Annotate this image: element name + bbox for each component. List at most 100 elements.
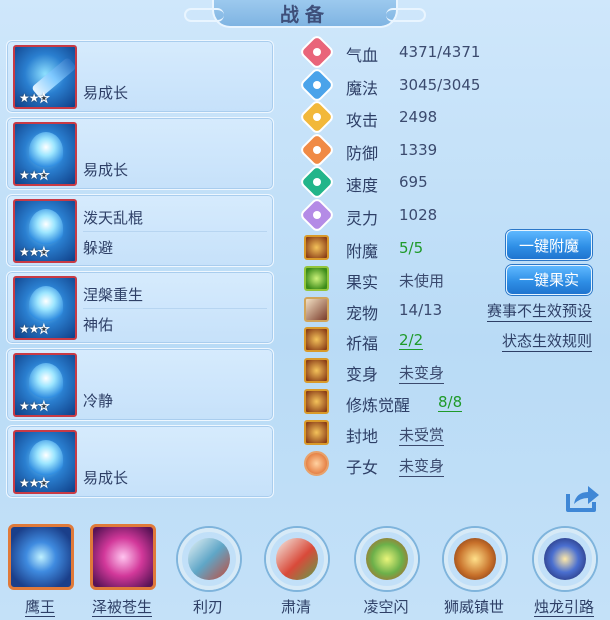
prop-value[interactable]: 未变身 — [399, 362, 445, 385]
prop-fief: 封地 未受赏 — [302, 417, 602, 448]
prop-value[interactable]: 2/2 — [399, 331, 424, 351]
equipment-trait: 神佑 — [83, 316, 114, 334]
blessing-icon — [304, 327, 329, 353]
stat-value: 3045/3045 — [399, 75, 481, 94]
stat-label: 气血 — [346, 46, 379, 65]
skill-slot[interactable]: 利刃 — [172, 520, 244, 620]
equipment-trait: 易成长 — [83, 469, 129, 487]
pet-icon — [304, 296, 329, 322]
prop-label: 修炼觉醒 — [346, 395, 411, 415]
status-rules-link[interactable]: 状态生效规则 — [501, 330, 592, 353]
prop-label: 变身 — [346, 365, 379, 385]
blade-skill-icon — [178, 528, 240, 590]
prop-value[interactable]: 8/8 — [438, 393, 463, 412]
candle-dragon-skill-icon — [534, 528, 596, 590]
prop-value[interactable]: 未受赏 — [399, 424, 445, 446]
prop-blessing: 祈福 2/2 状态生效规则 — [302, 324, 602, 355]
prop-value: 14/13 — [399, 300, 443, 319]
equipment-slot-belt[interactable]: ★★★ 冷静 — [6, 348, 274, 421]
spirit-icon — [298, 196, 336, 233]
skill-name: 利刃 — [192, 598, 223, 616]
transform-icon — [304, 358, 329, 384]
skill-slot[interactable]: 凌空闪 — [350, 520, 422, 620]
fief-icon — [304, 419, 329, 445]
child-icon — [304, 450, 329, 476]
banner-ornament-left — [184, 8, 224, 22]
prop-value: 未使用 — [399, 271, 445, 290]
belt-icon: ★★★ — [13, 353, 77, 417]
aerial-flash-skill-icon — [356, 528, 418, 590]
skill-name: 狮威镇世 — [443, 598, 504, 616]
prop-pet: 宠物 14/13 赛事不生效预设 — [302, 294, 602, 325]
prop-label: 附魔 — [346, 242, 379, 261]
skill-name: 肃清 — [280, 598, 311, 616]
star-rating: ★★★ — [19, 476, 50, 491]
equipment-trait: 易成长 — [83, 161, 129, 179]
equipment-slot-weapon[interactable]: ★★★ 易成长 — [6, 40, 274, 113]
skill-slot[interactable]: 泽被苍生 — [86, 520, 158, 620]
shield-icon — [298, 131, 336, 168]
stat-label: 防御 — [346, 143, 379, 163]
enchant-icon — [304, 235, 329, 260]
page-title: 战备 — [279, 3, 330, 26]
equipment-skill: 涅槃重生 — [83, 286, 144, 304]
skill-name: 鹰王 — [24, 598, 55, 617]
stat-value: 4371/4371 — [399, 43, 481, 61]
prop-label: 果实 — [346, 272, 379, 292]
event-preset-link[interactable]: 赛事不生效预设 — [486, 300, 592, 322]
stat-label: 攻击 — [346, 111, 379, 130]
equipment-slot-armor[interactable]: ★★★ 泼天乱棍 躲避 — [6, 194, 274, 267]
stat-value: 1339 — [399, 140, 438, 159]
equipment-slot-necklace[interactable]: ★★★ 涅槃重生 神佑 — [6, 271, 274, 344]
cultivation-icon — [304, 388, 329, 414]
prop-value[interactable]: 未变身 — [399, 455, 445, 477]
star-rating: ★★★ — [19, 399, 50, 414]
one-click-enchant-button[interactable]: 一键附魔 — [506, 230, 592, 260]
purge-skill-icon — [266, 528, 328, 590]
share-icon[interactable] — [566, 484, 600, 512]
crown-icon: ★★★ — [13, 122, 77, 186]
equipment-slot-helmet[interactable]: ★★★ 易成长 — [6, 117, 274, 190]
heart-icon — [298, 33, 336, 71]
stat-hp: 气血 4371/4371 — [298, 33, 602, 71]
stat-value: 2498 — [399, 108, 438, 126]
sword-icon — [298, 98, 336, 136]
star-rating: ★★★ — [19, 91, 50, 106]
fruit-icon — [304, 265, 329, 291]
stat-defense: 防御 1339 — [298, 131, 602, 168]
prop-transform: 变身 未变身 — [302, 355, 602, 386]
stat-label: 速度 — [346, 176, 379, 195]
skill-name: 凌空闪 — [363, 598, 409, 616]
skill-slot[interactable]: 鹰王 — [4, 520, 76, 620]
equipment-trait: 躲避 — [83, 239, 114, 257]
prop-label: 祈福 — [346, 334, 379, 354]
blessing-skill-icon — [90, 524, 156, 590]
prop-label: 宠物 — [346, 303, 379, 323]
equipment-slot-boots[interactable]: ★★★ 易成长 — [6, 425, 274, 498]
divider — [83, 308, 267, 309]
prop-cultivation: 修炼觉醒 8/8 — [302, 386, 602, 417]
one-click-fruit-button[interactable]: 一键果实 — [506, 264, 592, 295]
prop-fruit: 果实 未使用 一键果实 — [302, 263, 602, 295]
boots-icon: ★★★ — [13, 430, 77, 494]
skill-slot[interactable]: 狮威镇世 — [438, 520, 510, 620]
stat-label: 魔法 — [346, 78, 379, 98]
sword-icon: ★★★ — [13, 45, 77, 109]
prop-enchant: 附魔 5/5 一键附魔 — [302, 230, 602, 263]
skill-slot[interactable]: 烛龙引路 — [528, 520, 600, 620]
attribute-stats: 气血 4371/4371 魔法 3045/3045 攻击 2498 防御 133… — [298, 33, 602, 233]
star-rating: ★★★ — [19, 168, 50, 183]
skill-name: 泽被苍生 — [91, 598, 152, 617]
stat-value: 695 — [399, 173, 428, 191]
skill-slot[interactable]: 肃清 — [260, 520, 332, 620]
skill-bar: 鹰王 泽被苍生 利刃 肃清 凌空闪 狮威镇世 烛龙引路 — [0, 520, 610, 620]
prop-value: 5/5 — [399, 239, 424, 257]
equipment-trait: 易成长 — [83, 84, 129, 102]
stat-attack: 攻击 2498 — [298, 98, 602, 136]
armor-icon: ★★★ — [13, 199, 77, 263]
prop-label: 子女 — [346, 457, 379, 477]
stat-label: 灵力 — [346, 208, 379, 228]
prop-child: 子女 未变身 — [302, 448, 602, 479]
equipment-list: ★★★ 易成长 ★★★ 易成长 ★★★ 泼天乱棍 躲避 ★★★ 涅槃重生 神佑 … — [6, 40, 274, 502]
stat-spirit: 灵力 1028 — [298, 196, 602, 233]
